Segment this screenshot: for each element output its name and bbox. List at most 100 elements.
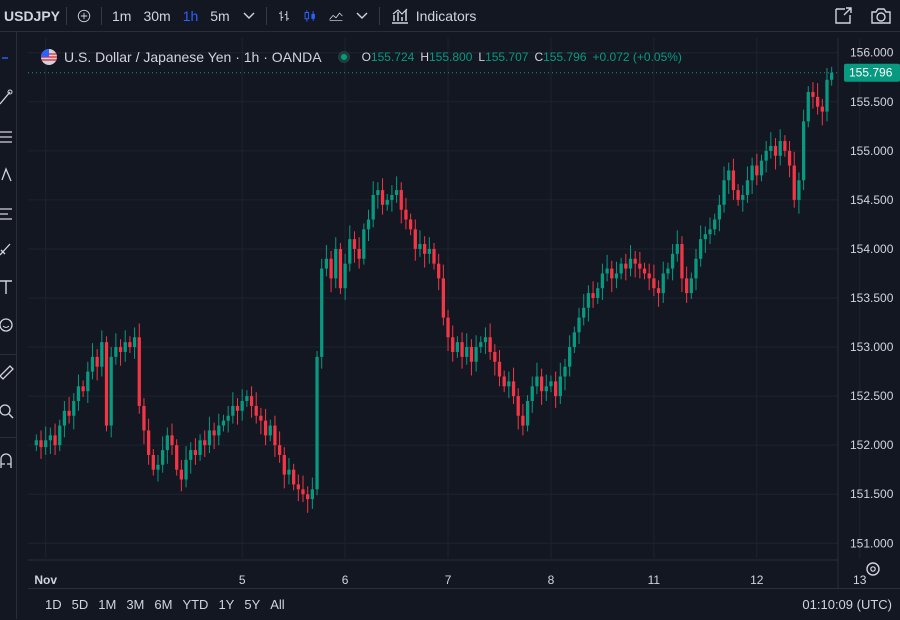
- symbol-search[interactable]: USDJPY: [0, 0, 62, 31]
- close-value: 155.796: [543, 50, 587, 64]
- projection-icon[interactable]: [0, 204, 14, 222]
- zoom-icon[interactable]: [0, 402, 14, 420]
- open-key: O: [361, 50, 371, 64]
- candle-body: [539, 376, 544, 392]
- candle-body: [413, 229, 417, 249]
- candle-body: [86, 371, 90, 392]
- crosshair-icon[interactable]: [0, 46, 14, 64]
- time-tick-label: 11: [648, 573, 661, 587]
- interval-30m[interactable]: 30m: [137, 0, 176, 31]
- us-flag-icon: [41, 49, 57, 65]
- trendline-icon[interactable]: [0, 88, 14, 106]
- range-5y[interactable]: 5Y: [239, 597, 265, 612]
- candle-body: [352, 239, 357, 249]
- candle-body: [62, 410, 67, 426]
- snapshot-icon: [835, 6, 852, 24]
- candle-body: [764, 150, 768, 161]
- compare-add-button[interactable]: [71, 0, 97, 31]
- candle-body: [114, 347, 118, 357]
- candle-body: [614, 273, 619, 279]
- candle-body: [516, 396, 520, 416]
- candle-body: [39, 440, 43, 448]
- candle-body: [577, 317, 581, 333]
- range-1y[interactable]: 1Y: [213, 597, 239, 612]
- candle-body: [750, 165, 754, 181]
- price-chart[interactable]: 151.000 151.500 152.000 152.500 153.000 153.5…: [28, 38, 900, 588]
- candle-body: [245, 396, 249, 402]
- candle-body: [610, 268, 614, 279]
- candle-body: [132, 337, 137, 348]
- divider: [0, 354, 16, 355]
- interval-5m[interactable]: 5m: [204, 0, 235, 31]
- candle-body: [815, 96, 820, 107]
- legend-title[interactable]: U.S. Dollar / Japanese Yen · 1h · OANDA: [64, 49, 322, 65]
- fullscreen-button[interactable]: [824, 0, 862, 31]
- candle-body: [109, 356, 113, 426]
- candle-body: [684, 278, 689, 294]
- magnet-icon[interactable]: [0, 452, 14, 470]
- candle-body: [287, 469, 291, 475]
- candle-body: [708, 229, 712, 235]
- last-price-label: 155.796: [849, 66, 893, 80]
- range-ytd[interactable]: YTD: [177, 597, 213, 612]
- range-5d[interactable]: 5D: [67, 597, 94, 612]
- high-key: H: [420, 50, 429, 64]
- price-tick-label: 153.000: [850, 340, 894, 354]
- interval-dropdown[interactable]: [236, 0, 262, 31]
- chart-area[interactable]: 151.000 151.500 152.000 152.500 153.000 153.5…: [28, 38, 900, 619]
- candle-body: [324, 258, 329, 269]
- area-style-button[interactable]: [323, 0, 349, 31]
- utc-clock[interactable]: 01:10:09 (UTC): [802, 597, 892, 612]
- indicators-icon: [391, 8, 408, 24]
- candle-body: [123, 342, 127, 352]
- interval-1m[interactable]: 1m: [106, 0, 137, 31]
- candle-body: [240, 401, 244, 411]
- candle-body: [465, 347, 469, 357]
- candle-body: [338, 248, 343, 289]
- candle-body: [451, 337, 455, 352]
- chart-type-dropdown[interactable]: [349, 0, 375, 31]
- ruler-icon[interactable]: [0, 362, 14, 380]
- candle-body: [146, 430, 151, 455]
- candle-body: [778, 141, 782, 156]
- candle-body: [329, 258, 333, 279]
- price-tick-label: 151.500: [850, 487, 894, 501]
- candle-body: [483, 337, 488, 343]
- range-6m[interactable]: 6M: [149, 597, 177, 612]
- time-tick-label: Nov: [34, 573, 57, 587]
- candle-body: [755, 165, 759, 176]
- settings-gear-icon[interactable]: [866, 562, 880, 576]
- candle-body: [259, 415, 263, 421]
- candle-style-button[interactable]: [297, 0, 323, 31]
- bar-style-button[interactable]: [271, 0, 297, 31]
- indicators-button[interactable]: Indicators: [384, 0, 483, 31]
- chevron-down-icon: [243, 12, 255, 19]
- candle-body: [380, 190, 385, 205]
- range-1m[interactable]: 1M: [93, 597, 121, 612]
- fib-icon[interactable]: [0, 128, 14, 146]
- candle-body: [642, 268, 647, 274]
- range-1d[interactable]: 1D: [28, 597, 67, 612]
- range-3m[interactable]: 3M: [121, 597, 149, 612]
- candle-body: [544, 386, 548, 392]
- range-all[interactable]: All: [265, 597, 289, 612]
- candle-body: [310, 489, 314, 500]
- text-icon[interactable]: [0, 278, 14, 296]
- candle-body: [521, 415, 525, 426]
- market-status-icon[interactable]: [337, 51, 350, 63]
- candle-body: [418, 244, 422, 249]
- candle-body: [277, 445, 282, 455]
- divider: [265, 6, 267, 25]
- camera-button[interactable]: [862, 0, 900, 31]
- candle-body: [58, 425, 62, 446]
- pattern-icon[interactable]: [0, 166, 14, 184]
- candle-body: [535, 376, 539, 387]
- candle-body: [773, 145, 778, 156]
- interval-1h[interactable]: 1h: [177, 0, 205, 31]
- candle-body: [207, 430, 212, 446]
- emoji-icon[interactable]: [0, 316, 14, 334]
- candle-body: [184, 459, 188, 480]
- candle-body: [787, 150, 792, 166]
- brush-icon[interactable]: [0, 240, 14, 258]
- candle-body: [348, 239, 352, 264]
